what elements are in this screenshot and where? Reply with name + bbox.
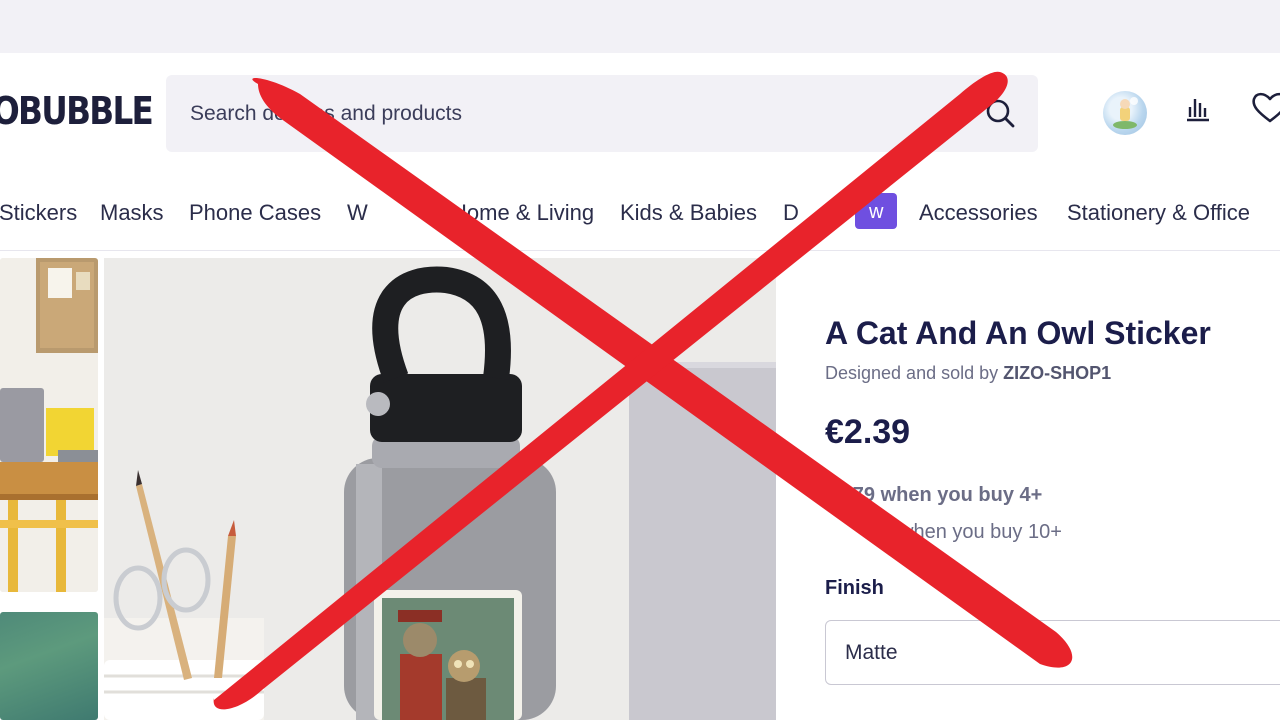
product-title: A Cat And An Owl Sticker	[825, 315, 1211, 351]
gallery-thumbnail[interactable]	[0, 612, 98, 720]
product-price: €2.39	[825, 413, 911, 451]
seller-byline: Designed and sold by ZIZO-SHOP1	[825, 363, 1111, 384]
new-badge-text: w	[869, 201, 884, 223]
search-input[interactable]	[188, 97, 952, 131]
bar-chart-icon[interactable]	[1180, 90, 1226, 136]
nav-item-stationery-office[interactable]: Stationery & Office	[1067, 200, 1250, 226]
seller-link[interactable]: ZIZO-SHOP1	[1003, 363, 1111, 383]
site-header: OBUBBLE	[0, 53, 1280, 178]
finish-label: Finish	[825, 577, 884, 599]
gallery-thumbnail[interactable]	[0, 258, 98, 592]
nav-item-design[interactable]: D	[783, 200, 799, 226]
product-main-image	[104, 258, 776, 720]
nav-item-masks[interactable]: Masks	[100, 200, 164, 226]
nav-item-home-living[interactable]: Home & Living	[451, 200, 594, 226]
nav-item-accessories[interactable]: Accessories	[919, 200, 1038, 226]
nav-item-wall-art[interactable]: W	[347, 200, 368, 226]
heart-icon[interactable]	[1250, 90, 1280, 136]
nav-item-phone-cases[interactable]: Phone Cases	[189, 200, 321, 226]
bulk-price-10: when you buy 10+	[825, 521, 1062, 544]
new-badge: w	[855, 193, 897, 229]
site-logo[interactable]: OBUBBLE	[0, 89, 154, 133]
nav-item-stickers[interactable]: Stickers	[0, 200, 77, 226]
finish-select-value: Matte	[845, 641, 898, 664]
category-nav: Stickers Masks Phone Cases W Home & Livi…	[0, 193, 1280, 233]
header-divider	[0, 250, 1280, 251]
browser-top-strip	[0, 0, 1280, 53]
search-bar	[166, 75, 1038, 152]
nav-item-kids-babies[interactable]: Kids & Babies	[620, 200, 757, 226]
avatar[interactable]	[1103, 91, 1147, 135]
bulk-price-4: €1.79 when you buy 4+	[825, 484, 1043, 506]
finish-select[interactable]: Matte	[825, 620, 1280, 685]
byline-prefix: Designed and sold by	[825, 363, 999, 383]
search-icon[interactable]	[984, 97, 1018, 131]
bulk-price-10-text: when you buy 10+	[899, 521, 1062, 543]
